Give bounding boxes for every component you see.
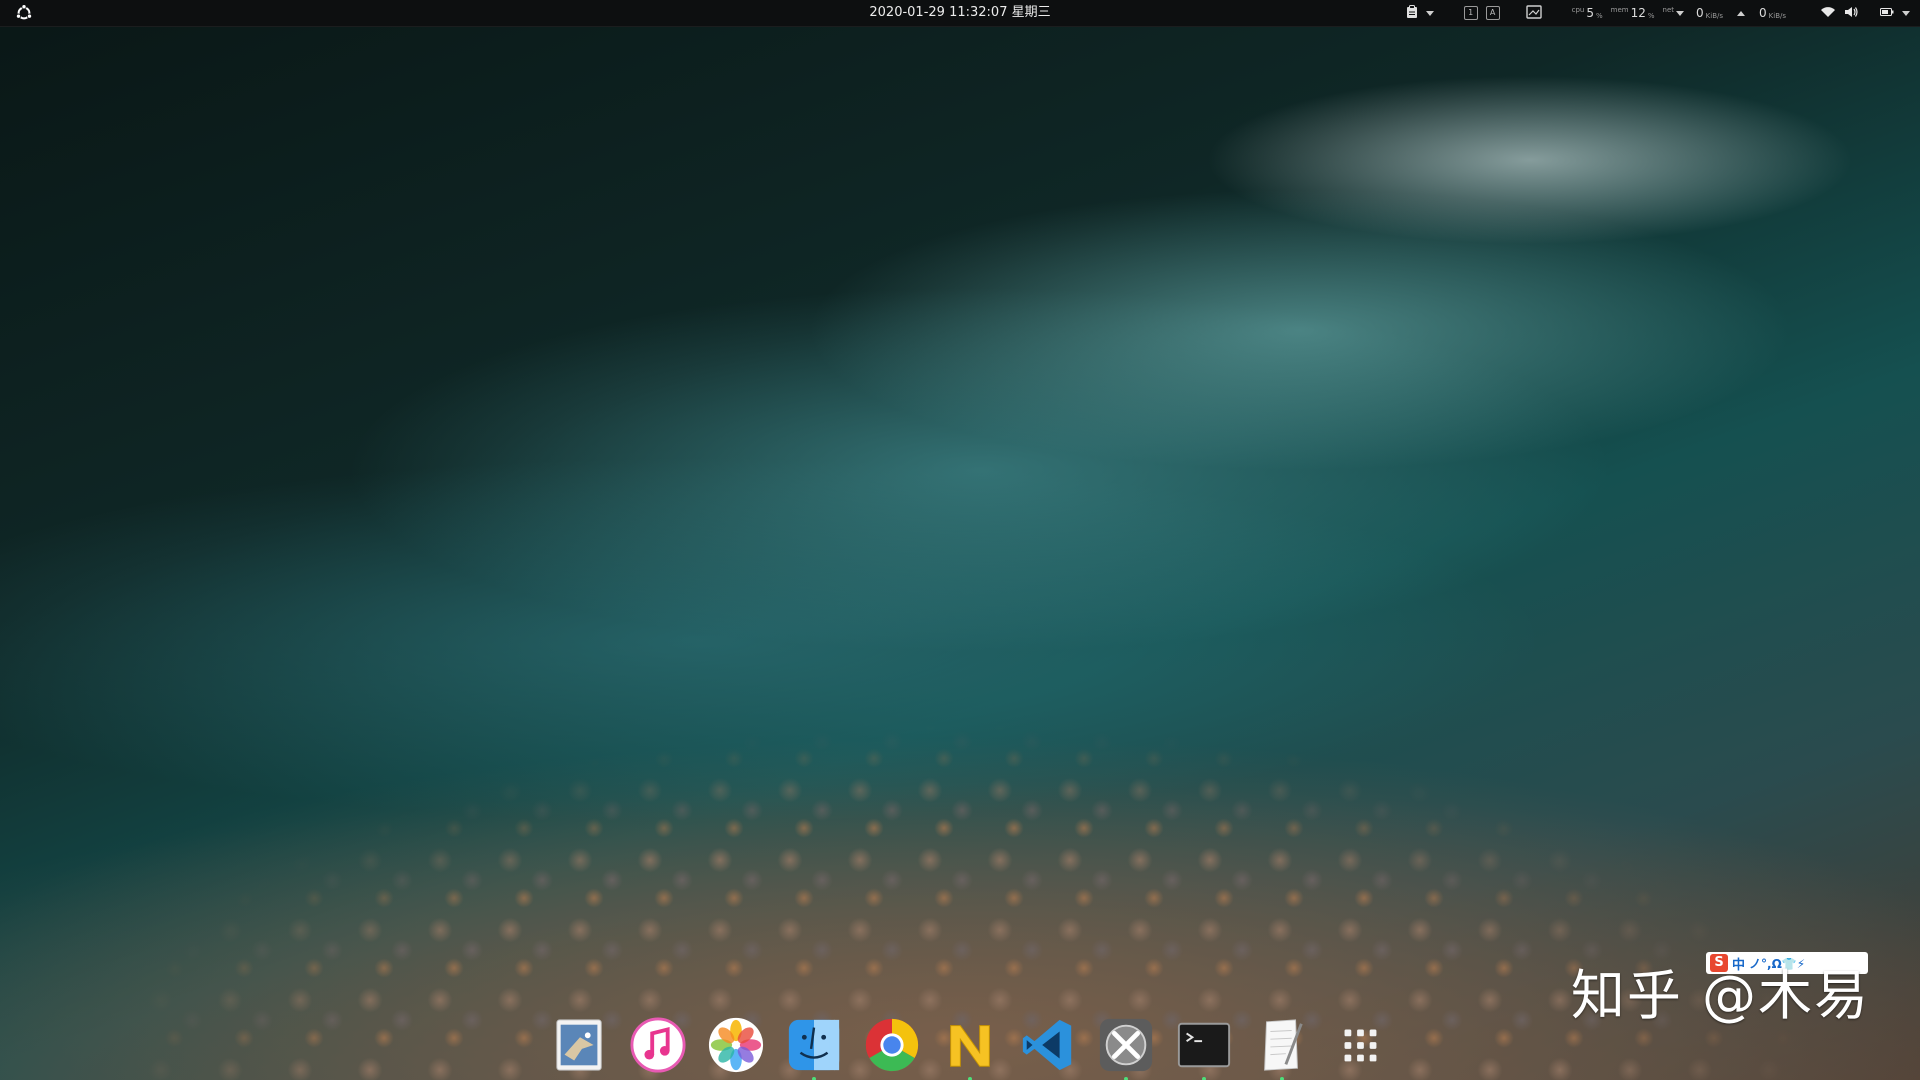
chrome-icon (865, 1018, 919, 1072)
battery-icon[interactable] (1880, 6, 1894, 20)
net-down-unit: KiB/s (1705, 12, 1724, 20)
dock-item-itunes[interactable] (628, 1015, 688, 1075)
mem-label: mem (1610, 6, 1629, 14)
finder-face-icon (788, 1019, 840, 1071)
clipboard-chevron-down-icon[interactable] (1425, 10, 1434, 16)
dock-item-app-grid[interactable] (1330, 1015, 1390, 1075)
top-panel: 2020-01-29 11:32:07 星期三 1 A cpu 5 % mem … (0, 0, 1920, 27)
dock-item-photos[interactable] (706, 1015, 766, 1075)
terminal-icon (1177, 1022, 1231, 1068)
keyboard-indicator-1-icon[interactable]: 1 (1463, 6, 1478, 20)
cpu-unit: % (1595, 12, 1603, 20)
music-note-icon (630, 1017, 686, 1073)
net-down-value: 0 (1696, 6, 1704, 20)
vscode-icon (1022, 1019, 1072, 1071)
photos-flower-icon (708, 1017, 764, 1073)
dock-item-chrome[interactable] (862, 1015, 922, 1075)
net-monitor[interactable]: net 0 KiB/s 0 KiB/s (1663, 6, 1786, 20)
net-up-unit: KiB/s (1768, 12, 1786, 20)
n-note-icon (950, 1025, 990, 1067)
dock (540, 1010, 1400, 1080)
zhihu-watermark: 知乎 @木易 (1570, 964, 1870, 1027)
wifi-icon[interactable] (1820, 6, 1836, 21)
net-label: net (1662, 6, 1675, 14)
net-down-arrow-icon (1676, 11, 1685, 16)
dock-item-mail[interactable] (550, 1015, 610, 1075)
cpu-label: cpu (1571, 6, 1585, 14)
stamp-eagle-icon (556, 1019, 602, 1071)
system-menu-chevron-down-icon[interactable] (1902, 10, 1910, 16)
dock-item-notes[interactable] (940, 1015, 1000, 1080)
cpu-monitor[interactable]: cpu 5 % (1572, 6, 1603, 20)
app-grid-icon (1344, 1029, 1377, 1062)
mem-value: 12 (1630, 6, 1646, 20)
screenshot-icon[interactable] (1525, 4, 1542, 22)
system-tray: 1 A cpu 5 % mem 12 % net 0 KiB/s 0 KiB/s (1406, 0, 1910, 26)
dock-item-terminal[interactable] (1174, 1015, 1234, 1080)
cpu-value: 5 (1586, 6, 1594, 20)
mem-monitor[interactable]: mem 12 % (1611, 6, 1655, 20)
dock-item-settings[interactable] (1096, 1015, 1156, 1080)
dock-item-finder[interactable] (784, 1015, 844, 1080)
volume-icon[interactable] (1844, 6, 1858, 21)
dock-item-vscode[interactable] (1018, 1015, 1078, 1075)
dock-item-text-editor[interactable] (1252, 1015, 1312, 1080)
keyboard-indicator-a-icon[interactable]: A (1485, 6, 1500, 20)
tools-icon (1099, 1018, 1153, 1072)
mem-unit: % (1647, 12, 1655, 20)
clock-text[interactable]: 2020-01-29 11:32:07 星期三 (869, 5, 1050, 20)
clipboard-icon[interactable] (1406, 4, 1418, 22)
net-up-arrow-icon (1737, 11, 1746, 16)
paper-pen-icon (1264, 1019, 1303, 1071)
net-up-value: 0 (1759, 6, 1767, 20)
